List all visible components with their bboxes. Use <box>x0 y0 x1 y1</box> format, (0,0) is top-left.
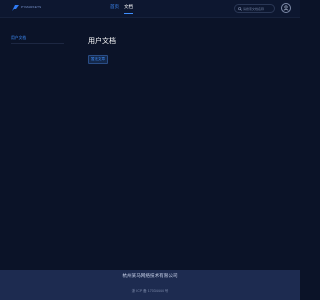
logo-icon <box>12 5 19 11</box>
footer-icp-link[interactable]: 浙 ICP 备 17034444 号 <box>0 289 300 294</box>
user-icon <box>283 5 289 11</box>
sidebar-item-user-docs[interactable]: 用户文档 <box>11 36 26 41</box>
nav-docs[interactable]: 文档 <box>124 4 133 14</box>
logo[interactable]: PYMARKETS <box>11 3 45 13</box>
search-input[interactable] <box>243 5 275 12</box>
footer: 杭州某马网络技术有限公司 浙 ICP 备 17034444 号 <box>0 270 300 300</box>
nav-home[interactable]: 首页 <box>110 4 119 10</box>
empty-state-badge: 暂无文章 <box>88 55 108 64</box>
page-title: 用户文档 <box>88 38 116 45</box>
search-icon[interactable] <box>238 6 242 11</box>
avatar[interactable] <box>281 3 291 13</box>
top-navigation-bar: PYMARKETS 首页 文档 <box>0 0 300 18</box>
sidebar-divider <box>11 43 64 44</box>
footer-company-name: 杭州某马网络技术有限公司 <box>122 273 178 278</box>
logo-text: PYMARKETS <box>21 5 42 9</box>
search-box <box>234 4 275 13</box>
